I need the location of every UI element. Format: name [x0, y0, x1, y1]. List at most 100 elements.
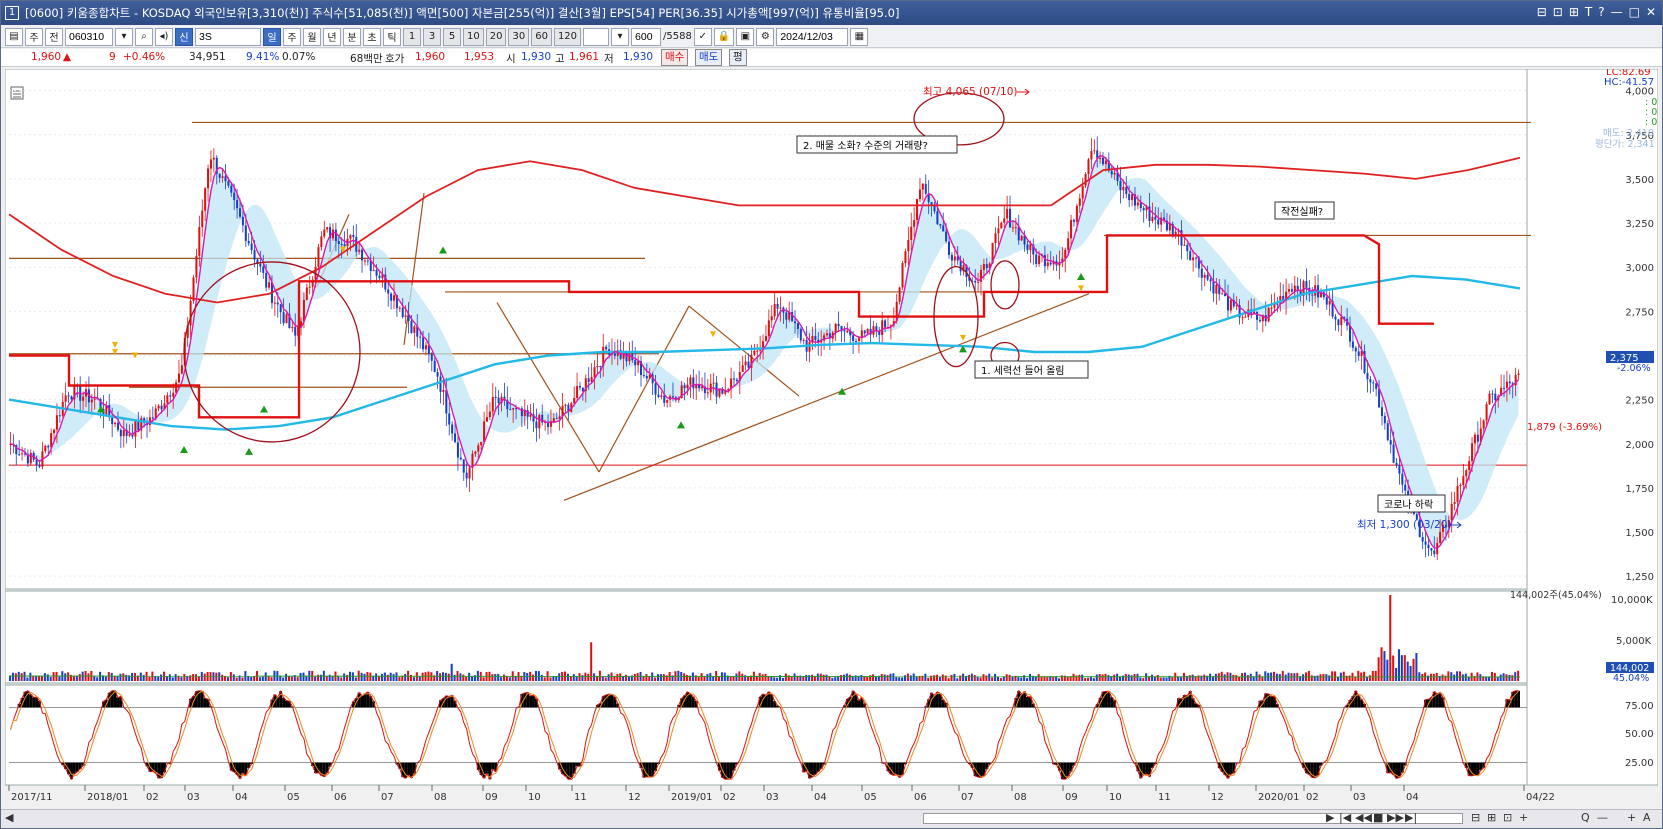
candle-body: [204, 188, 207, 211]
candle-body: [352, 235, 355, 238]
candle-body: [221, 176, 224, 178]
candle-body: [1157, 219, 1160, 225]
stop-icon[interactable]: ■: [1373, 811, 1383, 826]
maximize-button[interactable]: □: [1629, 5, 1640, 19]
volume-bar: [38, 676, 41, 681]
magnify-icon[interactable]: Q: [1581, 811, 1590, 826]
first-icon[interactable]: |◀: [1339, 811, 1351, 826]
chart-scrollbar[interactable]: ◀ ▶ |◀ ◀◀ ■ ▶▶ ▶| ⊟ ⊞ ⊡ + Q — + A: [1, 809, 1662, 828]
interval-60[interactable]: 60: [531, 27, 552, 46]
candle-body: [1357, 351, 1360, 356]
period-tick[interactable]: 틱: [383, 27, 401, 46]
period-year[interactable]: 년: [323, 27, 341, 46]
price-chart[interactable]: 4,0003,7503,5003,2503,0002,7502,5002,250…: [5, 69, 1658, 807]
volume-bar: [462, 674, 465, 681]
candle-body: [1433, 550, 1436, 555]
volume-bar: [375, 673, 378, 681]
volume-bar: [1490, 671, 1493, 681]
candle-body: [1183, 244, 1186, 246]
interval-5[interactable]: 5: [443, 27, 461, 46]
low-price: 1,930: [623, 51, 654, 63]
code-dropdown-icon[interactable]: ▾: [115, 27, 133, 46]
count-input[interactable]: [631, 27, 662, 46]
candle-body: [279, 304, 282, 313]
candle-body: [1084, 173, 1087, 186]
zoom-out-icon[interactable]: ⊟: [1471, 811, 1480, 826]
candle-body: [90, 399, 93, 403]
last-icon[interactable]: ▶|: [1405, 811, 1417, 826]
candle-body: [657, 394, 660, 397]
auto-icon[interactable]: A: [1643, 811, 1651, 826]
font-icon[interactable]: T: [1585, 5, 1592, 19]
candle-body: [122, 429, 125, 437]
gear-icon[interactable]: ⚙: [756, 27, 775, 46]
volume-bar: [627, 676, 630, 681]
volume-bar: [866, 676, 869, 681]
mode-button[interactable]: 주: [25, 27, 43, 46]
volume-bar: [1005, 674, 1008, 681]
volume-bar: [171, 677, 174, 681]
interval-3[interactable]: 3: [423, 27, 441, 46]
period-month[interactable]: 월: [303, 27, 321, 46]
period-minute[interactable]: 분: [343, 27, 361, 46]
interval-120[interactable]: 120: [553, 27, 582, 46]
search-icon[interactable]: ⌕: [135, 27, 153, 46]
date-input[interactable]: [776, 27, 849, 46]
chart-type-icon[interactable]: ▤: [5, 27, 23, 46]
check-icon[interactable]: ✓: [693, 27, 712, 46]
minus-icon[interactable]: —: [1597, 811, 1608, 826]
candle-body: [180, 365, 183, 374]
interval-20[interactable]: 20: [485, 27, 507, 46]
prev-button[interactable]: 전: [45, 27, 63, 46]
close-button[interactable]: ✕: [1646, 5, 1656, 19]
buy-button[interactable]: 매수: [661, 49, 689, 66]
candle-body: [1372, 382, 1375, 384]
sell-button[interactable]: 매도: [695, 49, 723, 66]
candle-body: [390, 293, 393, 301]
save-icon[interactable]: ▣: [736, 27, 755, 46]
tile-icon[interactable]: ⊡: [1553, 5, 1563, 19]
interval-1[interactable]: 1: [403, 27, 421, 46]
scroll-left-icon[interactable]: ◀: [5, 811, 13, 826]
plus-icon[interactable]: +: [1519, 811, 1528, 826]
volume-bar: [1057, 678, 1061, 681]
rewind-icon[interactable]: ◀◀: [1355, 811, 1372, 826]
volume-bar: [593, 673, 596, 681]
period-second[interactable]: 초: [363, 27, 381, 46]
volume-bar: [569, 676, 572, 681]
zoom-in-icon[interactable]: ⊞: [1487, 811, 1496, 826]
volume-bar: [139, 672, 142, 681]
fit-icon[interactable]: ⊡: [1503, 811, 1512, 826]
interval-30[interactable]: 30: [508, 27, 530, 46]
volume-value: 34,951: [189, 51, 226, 63]
interval-custom-input[interactable]: [583, 27, 610, 46]
candle-body: [1305, 281, 1308, 288]
period-day[interactable]: 일: [263, 27, 281, 46]
cascade-icon[interactable]: ⊞: [1569, 5, 1579, 19]
volume-bar: [186, 676, 189, 681]
stock-name-input[interactable]: [195, 27, 261, 46]
volume-bar: [935, 674, 938, 681]
volume-bar: [72, 676, 75, 681]
stock-code-input[interactable]: [65, 27, 113, 46]
interval-dropdown-icon[interactable]: ▾: [611, 27, 630, 46]
layout-icon[interactable]: ⊟: [1537, 5, 1547, 19]
eval-button[interactable]: 평: [729, 49, 747, 66]
help-icon[interactable]: ?: [1598, 5, 1604, 19]
minimize-button[interactable]: —: [1611, 5, 1623, 19]
speaker-icon[interactable]: ◂): [155, 27, 173, 46]
scroll-right-icon[interactable]: ▶: [1326, 811, 1334, 826]
forward-icon[interactable]: ▶▶: [1387, 811, 1404, 826]
volume-bar: [1275, 673, 1278, 681]
reference-level-label: 1,879 (-3.69%): [1527, 422, 1602, 433]
candle-body: [1226, 296, 1229, 311]
candle-body: [578, 386, 582, 388]
volume-bar: [1307, 670, 1310, 681]
plus2-icon[interactable]: +: [1627, 811, 1636, 826]
interval-10[interactable]: 10: [463, 27, 484, 46]
price-tick-label: 1,250: [1625, 572, 1654, 583]
lock-icon[interactable]: 🔒: [713, 27, 735, 46]
volume-bar: [1368, 675, 1371, 681]
calendar-icon[interactable]: ▦: [850, 27, 869, 46]
period-week[interactable]: 주: [283, 27, 301, 46]
